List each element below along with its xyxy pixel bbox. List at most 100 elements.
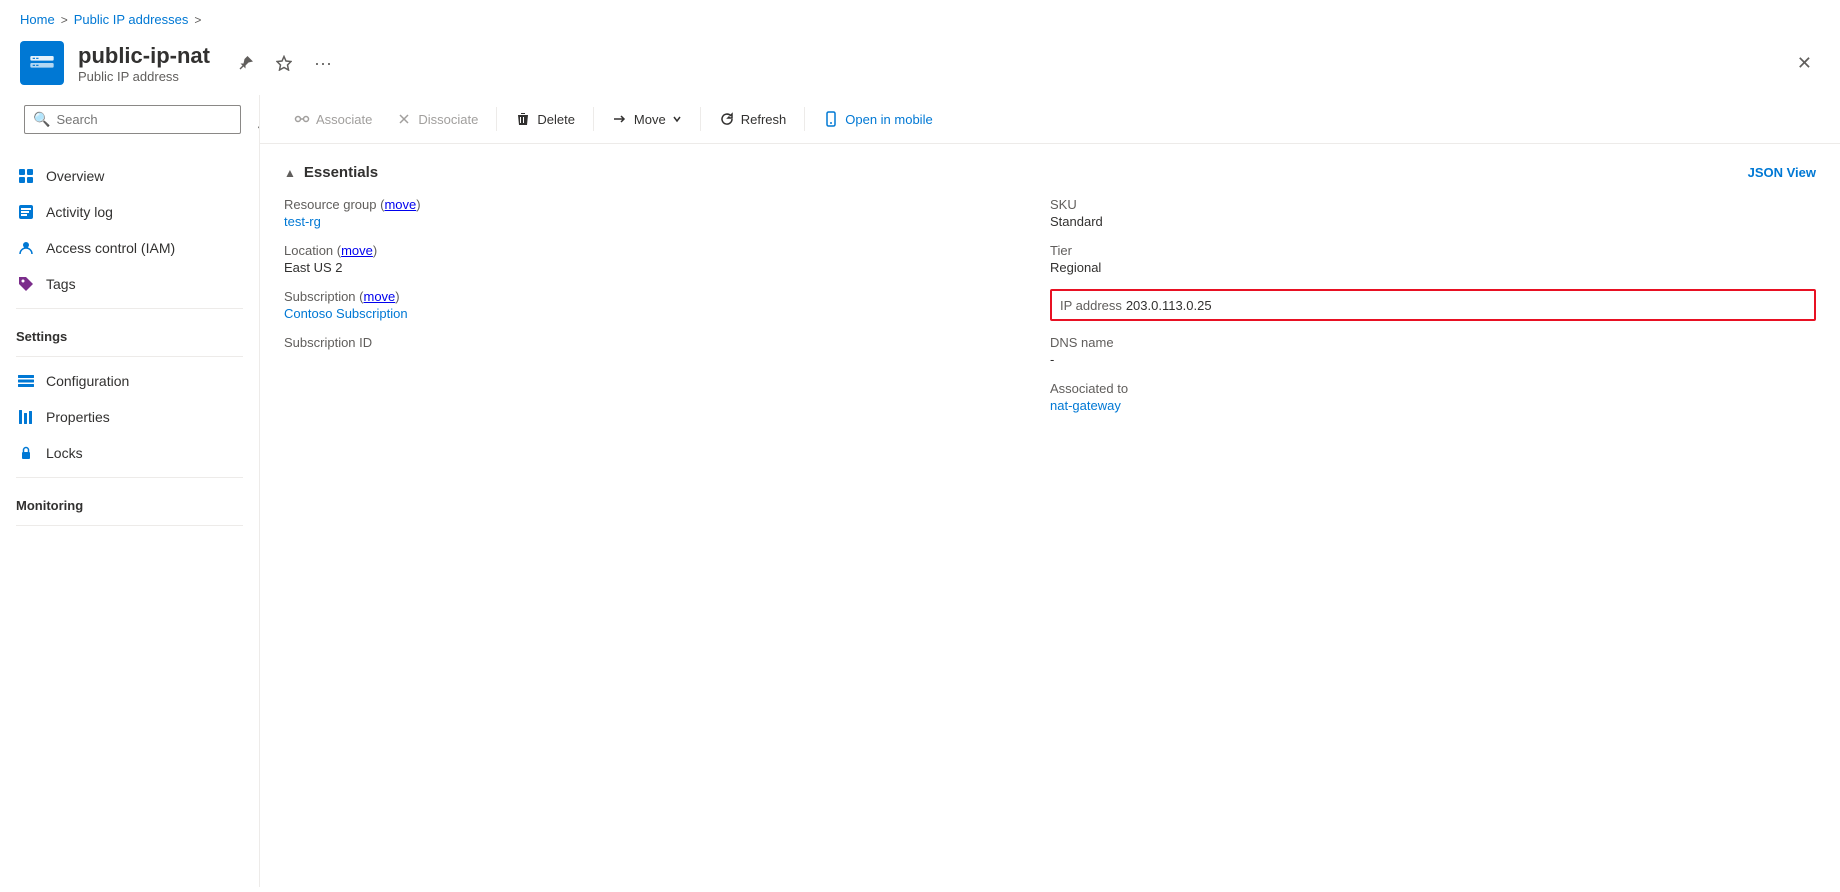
ip-address-label: IP address bbox=[1060, 298, 1122, 313]
search-box: 🔍 bbox=[24, 105, 241, 134]
close-button[interactable]: ✕ bbox=[1789, 49, 1820, 78]
sidebar-item-properties-label: Properties bbox=[46, 409, 110, 425]
essentials-chevron-icon: ▲ bbox=[284, 166, 296, 180]
json-view-link[interactable]: JSON View bbox=[1748, 165, 1816, 180]
associated-to-label: Associated to bbox=[1050, 381, 1816, 396]
essentials-grid: Resource group (move) test-rg Location (… bbox=[284, 197, 1816, 427]
dissociate-label: Dissociate bbox=[418, 112, 478, 127]
move-icon bbox=[612, 111, 628, 127]
associate-button[interactable]: Associate bbox=[284, 105, 382, 133]
sku-value: Standard bbox=[1050, 214, 1816, 229]
more-button[interactable]: ··· bbox=[310, 49, 336, 78]
tier-value: Regional bbox=[1050, 260, 1816, 275]
activity-log-icon bbox=[16, 202, 36, 222]
move-button[interactable]: Move bbox=[602, 105, 692, 133]
resource-group-move-link[interactable]: move bbox=[384, 197, 416, 212]
sidebar-item-properties[interactable]: Properties bbox=[0, 399, 259, 435]
search-icon: 🔍 bbox=[33, 111, 50, 128]
open-mobile-button[interactable]: Open in mobile bbox=[813, 105, 942, 133]
sidebar-item-locks-label: Locks bbox=[46, 445, 83, 461]
sidebar-item-overview-label: Overview bbox=[46, 168, 104, 184]
subscription-label: Subscription (move) bbox=[284, 289, 1050, 304]
open-mobile-label: Open in mobile bbox=[845, 112, 932, 127]
essentials-title: Essentials bbox=[304, 164, 378, 181]
breadcrumb: Home > Public IP addresses > bbox=[0, 0, 1840, 35]
locks-icon bbox=[16, 443, 36, 463]
associate-icon bbox=[294, 111, 310, 127]
location-item: Location (move) East US 2 bbox=[284, 243, 1050, 275]
associate-label: Associate bbox=[316, 112, 372, 127]
delete-button[interactable]: Delete bbox=[505, 105, 585, 133]
associated-to-link[interactable]: nat-gateway bbox=[1050, 398, 1121, 413]
essentials-right-col: SKU Standard Tier Regional IP address 20… bbox=[1050, 197, 1816, 427]
content-area: Associate Dissociate Delete bbox=[260, 95, 1840, 887]
toolbar: Associate Dissociate Delete bbox=[260, 95, 1840, 144]
iam-icon bbox=[16, 238, 36, 258]
nav-divider-2 bbox=[16, 356, 243, 357]
move-chevron-icon bbox=[672, 114, 682, 124]
sidebar-item-tags-label: Tags bbox=[46, 276, 76, 292]
sidebar: 🔍 « Overview Activity log Access control… bbox=[0, 95, 260, 887]
sidebar-item-activity-log[interactable]: Activity log bbox=[0, 194, 259, 230]
dns-name-label: DNS name bbox=[1050, 335, 1816, 350]
dns-name-item: DNS name - bbox=[1050, 335, 1816, 367]
properties-icon bbox=[16, 407, 36, 427]
ip-address-highlight-box: IP address 203.0.113.0.25 bbox=[1050, 289, 1816, 321]
refresh-icon bbox=[719, 111, 735, 127]
sidebar-item-activity-log-label: Activity log bbox=[46, 204, 113, 220]
resource-type: Public IP address bbox=[78, 69, 210, 84]
configuration-icon bbox=[16, 371, 36, 391]
dissociate-button[interactable]: Dissociate bbox=[386, 105, 488, 133]
sidebar-item-access-control[interactable]: Access control (IAM) bbox=[0, 230, 259, 266]
sidebar-item-configuration-label: Configuration bbox=[46, 373, 129, 389]
tags-icon bbox=[16, 274, 36, 294]
subscription-move-link[interactable]: move bbox=[363, 289, 395, 304]
essentials-section: ▲ Essentials JSON View Resource group (m… bbox=[260, 144, 1840, 447]
resource-icon bbox=[20, 41, 64, 85]
search-input[interactable] bbox=[56, 112, 232, 127]
resource-group-link[interactable]: test-rg bbox=[284, 214, 321, 229]
sidebar-item-tags[interactable]: Tags bbox=[0, 266, 259, 302]
favorite-button[interactable] bbox=[272, 51, 296, 75]
toolbar-divider-4 bbox=[804, 107, 805, 131]
associated-to-value: nat-gateway bbox=[1050, 398, 1816, 413]
resource-group-value: test-rg bbox=[284, 214, 1050, 229]
tier-item: Tier Regional bbox=[1050, 243, 1816, 275]
overview-icon bbox=[16, 166, 36, 186]
subscription-value: Contoso Subscription bbox=[284, 306, 1050, 321]
ip-address-item: IP address 203.0.113.0.25 bbox=[1050, 289, 1816, 321]
subscription-item: Subscription (move) Contoso Subscription bbox=[284, 289, 1050, 321]
monitoring-section-title: Monitoring bbox=[0, 484, 259, 519]
tier-label: Tier bbox=[1050, 243, 1816, 258]
nav-divider-1 bbox=[16, 308, 243, 309]
delete-icon bbox=[515, 111, 531, 127]
pin-button[interactable] bbox=[234, 51, 258, 75]
sidebar-item-locks[interactable]: Locks bbox=[0, 435, 259, 471]
breadcrumb-public-ip[interactable]: Public IP addresses bbox=[74, 12, 189, 27]
toolbar-divider-1 bbox=[496, 107, 497, 131]
location-label: Location (move) bbox=[284, 243, 1050, 258]
header-actions: ··· bbox=[234, 49, 336, 78]
resource-title-area: public-ip-nat Public IP address bbox=[78, 43, 210, 84]
ip-address-value: 203.0.113.0.25 bbox=[1126, 298, 1212, 313]
toolbar-divider-3 bbox=[700, 107, 701, 131]
settings-section-title: Settings bbox=[0, 315, 259, 350]
resource-header: public-ip-nat Public IP address ··· ✕ bbox=[0, 35, 1840, 95]
refresh-button[interactable]: Refresh bbox=[709, 105, 797, 133]
breadcrumb-home[interactable]: Home bbox=[20, 12, 55, 27]
sku-label: SKU bbox=[1050, 197, 1816, 212]
sidebar-item-overview[interactable]: Overview bbox=[0, 158, 259, 194]
breadcrumb-sep1: > bbox=[61, 13, 68, 27]
subscription-link[interactable]: Contoso Subscription bbox=[284, 306, 408, 321]
sku-item: SKU Standard bbox=[1050, 197, 1816, 229]
toolbar-divider-2 bbox=[593, 107, 594, 131]
delete-label: Delete bbox=[537, 112, 575, 127]
location-move-link[interactable]: move bbox=[341, 243, 373, 258]
nav-divider-4 bbox=[16, 525, 243, 526]
resource-group-label: Resource group (move) bbox=[284, 197, 1050, 212]
breadcrumb-sep2: > bbox=[194, 13, 201, 27]
resource-name: public-ip-nat bbox=[78, 43, 210, 69]
nav-divider-3 bbox=[16, 477, 243, 478]
associated-to-item: Associated to nat-gateway bbox=[1050, 381, 1816, 413]
sidebar-item-configuration[interactable]: Configuration bbox=[0, 363, 259, 399]
